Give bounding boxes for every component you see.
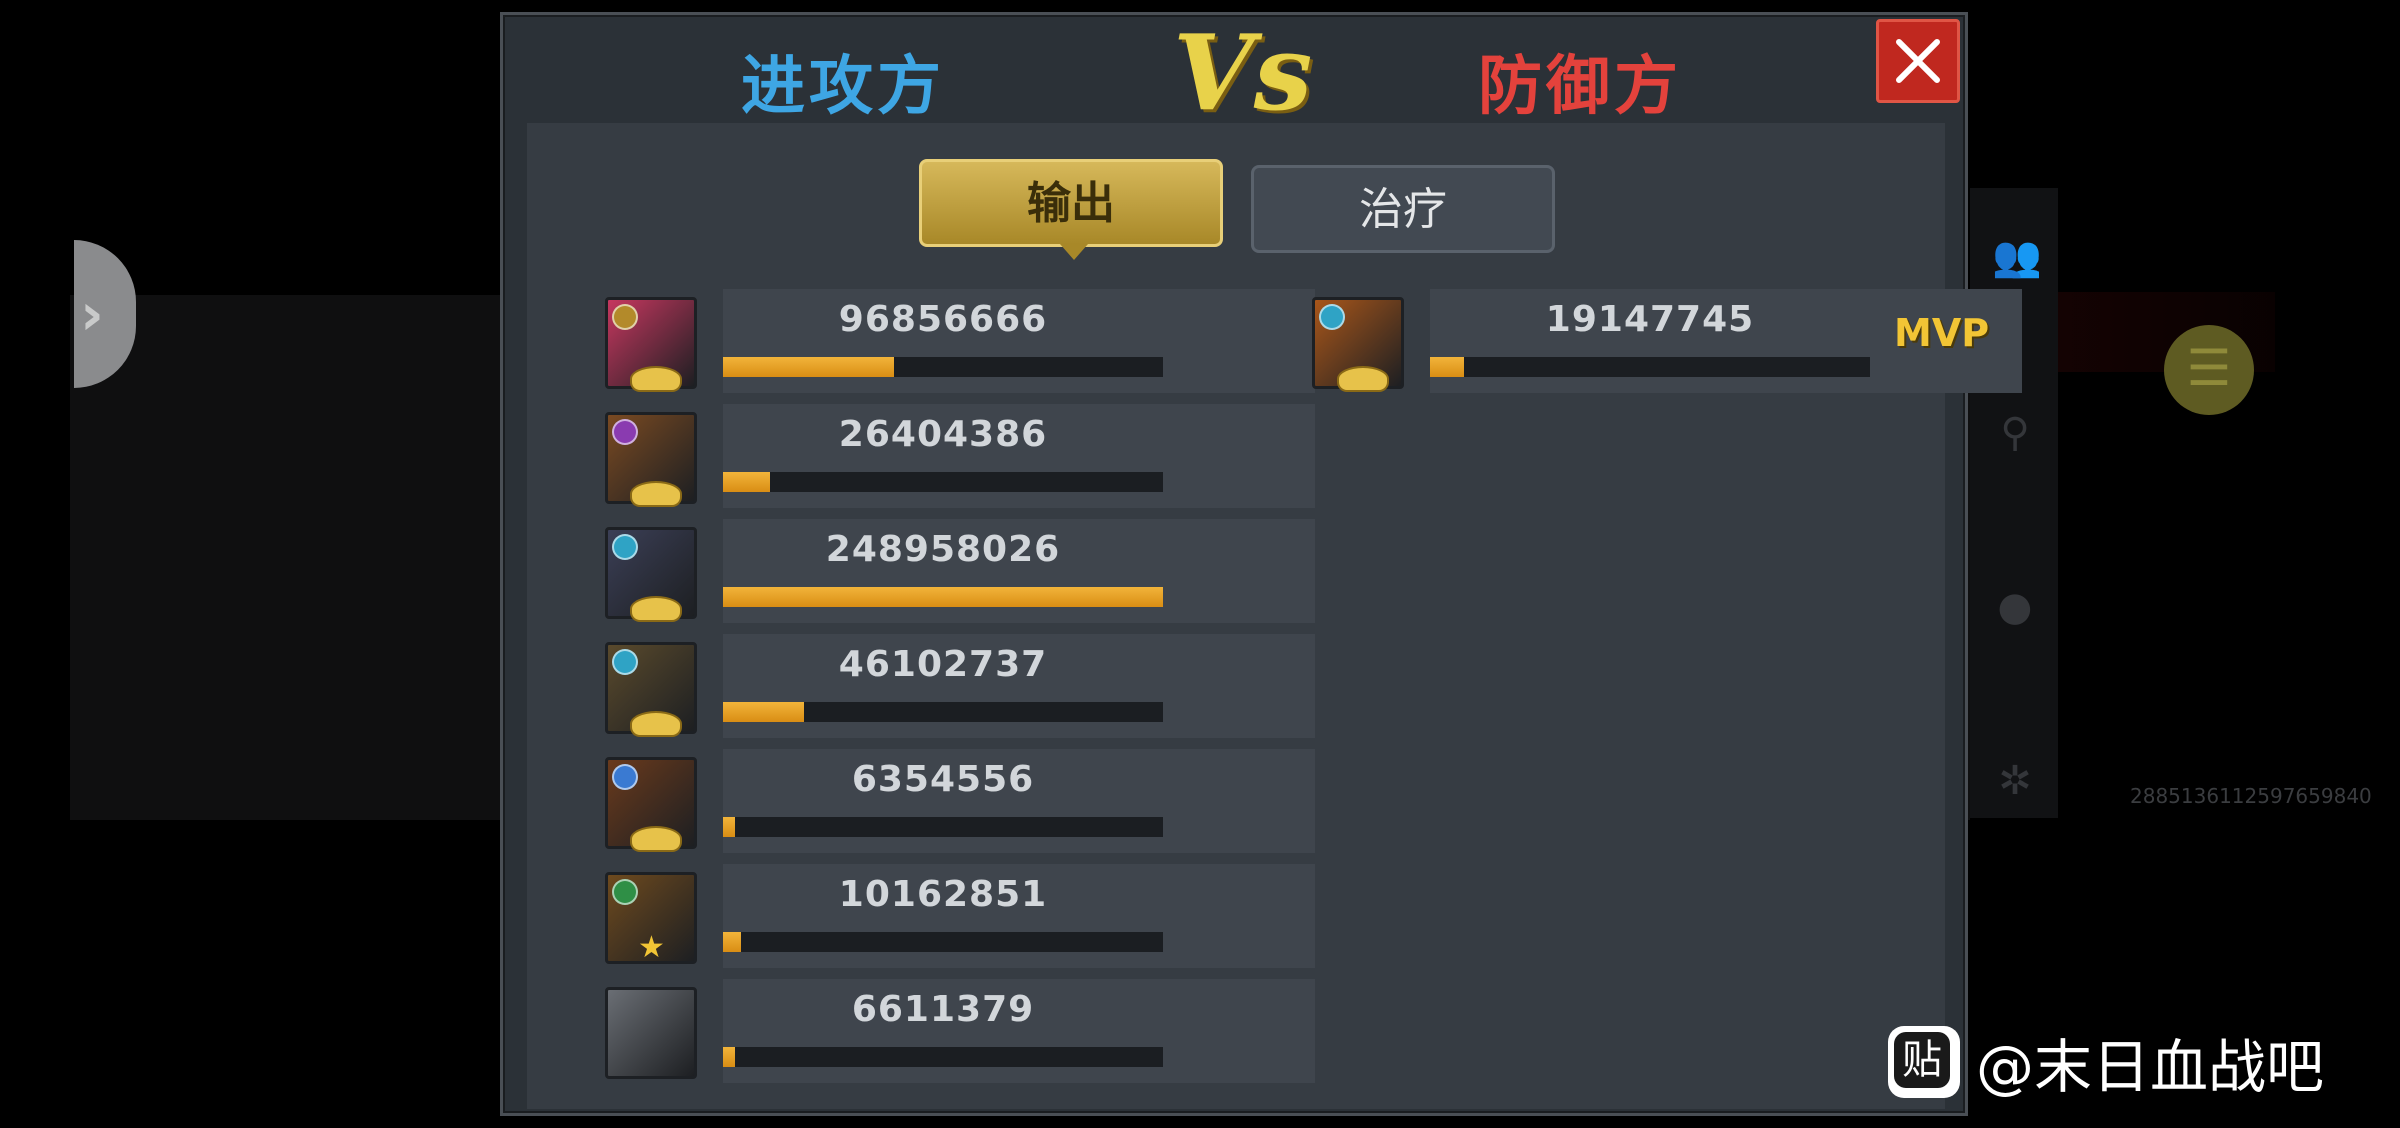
defender-bar-fill <box>1430 357 1464 377</box>
close-icon <box>1896 39 1940 83</box>
attacker-row: 6611379 <box>605 979 1315 1083</box>
tab-damage[interactable]: 输出 <box>919 159 1223 260</box>
defender-bar-track <box>1430 357 1870 377</box>
attacker-row: 6354556 <box>605 749 1315 853</box>
hero-portrait-masked[interactable] <box>605 642 697 737</box>
attacker-bar-track <box>723 357 1163 377</box>
hero-portrait-pink-hair[interactable] <box>605 297 697 392</box>
stats-content: 输出 治疗 96856666 26404386 248958026 46102737 6… <box>527 123 2022 1109</box>
battle-stats-dialog: 进攻方 Vs 防御方 输出 治疗 96856666 26404386 2489580… <box>500 11 2022 1116</box>
attacker-bar-track <box>723 932 1163 952</box>
tieba-logo-text: 贴 <box>1894 1032 1950 1088</box>
attacker-bar-fill <box>723 932 741 952</box>
attacker-row: 46102737 <box>605 634 1315 738</box>
attacker-bar-track <box>723 1047 1163 1067</box>
hero-portrait-warrior[interactable]: ★ <box>605 872 697 965</box>
rank-crest-icon <box>630 596 682 622</box>
attacker-value: 6354556 <box>851 759 1035 800</box>
attacker-value: 10162851 <box>838 874 1048 915</box>
tab-heal[interactable]: 治疗 <box>1251 165 1555 253</box>
class-badge-icon <box>612 764 638 790</box>
defender-value: 19147745 <box>1545 299 1755 340</box>
settings-icon: ✲ <box>1998 758 2032 804</box>
attacker-bar-fill <box>723 702 804 722</box>
rank-crest-icon <box>630 366 682 392</box>
class-badge-icon <box>612 419 638 445</box>
class-badge-icon <box>1319 304 1345 330</box>
rank-star-icon: ★ <box>638 930 665 965</box>
defender-row: 19147745 MVP <box>1312 289 2022 393</box>
attacker-bar-fill <box>723 817 735 837</box>
attacker-bar-fill <box>723 587 1163 607</box>
search-icon: ⚲ <box>2000 410 2030 456</box>
attacker-row: 96856666 <box>605 289 1315 393</box>
attacker-row: 248958026 <box>605 519 1315 623</box>
attacker-bar-track <box>723 472 1163 492</box>
hero-portrait-armored[interactable] <box>605 412 697 507</box>
vs-logo: Vs <box>1173 11 1313 134</box>
watermark-text: @末日血战吧 <box>1976 1033 2325 1101</box>
class-badge-icon <box>612 534 638 560</box>
mvp-badge: MVP <box>1894 311 1990 355</box>
attacker-bar-track <box>723 587 1163 607</box>
close-button[interactable] <box>1876 19 1960 103</box>
class-badge-icon <box>612 879 638 905</box>
tab-heal-label: 治疗 <box>1359 184 1447 235</box>
background-side-panel: 👥 ⚲ ● ✲ <box>1970 188 2058 818</box>
rank-crest-icon <box>630 711 682 737</box>
class-badge-icon <box>612 649 638 675</box>
user-icon: ● <box>1997 584 2033 630</box>
attacker-bar-fill <box>723 357 894 377</box>
rank-crest-icon <box>630 826 682 852</box>
attacker-value: 248958026 <box>825 529 1061 570</box>
defender-title: 防御方 <box>1478 50 1682 124</box>
attacker-value: 26404386 <box>838 414 1048 455</box>
friends-icon: 👥 <box>1992 234 2042 280</box>
rank-crest-icon <box>1337 366 1389 392</box>
attacker-bar-fill <box>723 472 770 492</box>
attacker-row: ★ 10162851 <box>605 864 1315 968</box>
attacker-bar-track <box>723 817 1163 837</box>
attacker-bar-fill <box>723 1047 735 1067</box>
rank-crest-icon <box>630 481 682 507</box>
background-id-text: 288513611259765984​0 <box>2130 784 2372 808</box>
attacker-bar-track <box>723 702 1163 722</box>
menu-list-icon[interactable]: ☰ <box>2164 325 2254 415</box>
attacker-title: 进攻方 <box>741 50 945 124</box>
chevron-right-icon: › <box>80 280 104 348</box>
tieba-logo-icon: 贴 <box>1888 1026 1960 1098</box>
attacker-value: 96856666 <box>838 299 1048 340</box>
attacker-value: 46102737 <box>838 644 1048 685</box>
active-tab-pointer <box>1060 244 1088 260</box>
hero-portrait-dark-beast[interactable] <box>605 527 697 622</box>
hero-portrait-fire-beast[interactable] <box>1312 297 1404 392</box>
attacker-row: 26404386 <box>605 404 1315 508</box>
class-badge-icon <box>612 304 638 330</box>
hero-portrait-blonde[interactable] <box>605 757 697 852</box>
tab-damage-label: 输出 <box>1027 178 1115 229</box>
watermark: 贴 @末日血战吧 <box>1888 1022 2324 1102</box>
vehicle-portrait[interactable] <box>605 987 697 1079</box>
attacker-value: 6611379 <box>851 989 1035 1030</box>
